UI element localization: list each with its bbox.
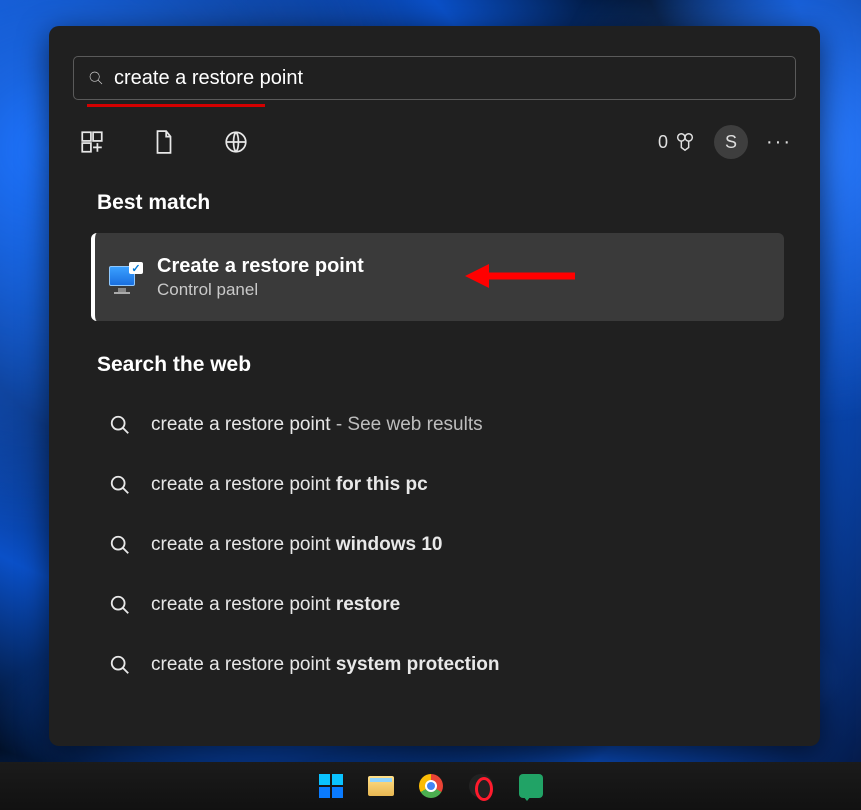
search-input[interactable] — [114, 67, 781, 90]
web-result-bold: windows 10 — [336, 534, 443, 555]
web-result-prefix: create a restore point — [151, 654, 336, 675]
chat-app-button[interactable] — [516, 771, 546, 801]
search-panel: 0 S ··· Best match ✓ Create a restore po… — [49, 26, 820, 746]
best-match-subtitle: Control panel — [157, 280, 364, 300]
start-button[interactable] — [316, 771, 346, 801]
avatar-letter: S — [725, 132, 737, 153]
rewards-count: 0 — [658, 132, 668, 153]
scope-row: 0 S ··· — [49, 107, 820, 159]
web-result-4[interactable]: create a restore point system protection — [49, 635, 820, 695]
search-icon — [109, 474, 131, 496]
web-result-1[interactable]: create a restore point for this pc — [49, 455, 820, 515]
avatar[interactable]: S — [714, 125, 748, 159]
rewards-indicator[interactable]: 0 — [658, 131, 696, 153]
web-result-bold: system protection — [336, 654, 500, 675]
search-icon — [109, 654, 131, 676]
annotation-arrow — [465, 259, 575, 293]
search-icon — [109, 414, 131, 436]
search-icon — [109, 594, 131, 616]
search-icon — [109, 534, 131, 556]
best-match-result[interactable]: ✓ Create a restore point Control panel — [91, 233, 784, 321]
chrome-button[interactable] — [416, 771, 446, 801]
web-result-3[interactable]: create a restore point restore — [49, 575, 820, 635]
web-result-2[interactable]: create a restore point windows 10 — [49, 515, 820, 575]
web-result-bold: restore — [336, 594, 400, 615]
web-result-prefix: create a restore point — [151, 414, 331, 435]
scope-apps-icon[interactable] — [77, 127, 107, 157]
web-result-0[interactable]: create a restore point - See web results — [49, 395, 820, 455]
scope-web-icon[interactable] — [221, 127, 251, 157]
web-results-list: create a restore point - See web results… — [49, 395, 820, 695]
web-result-prefix: create a restore point — [151, 534, 336, 555]
search-icon — [88, 70, 104, 86]
taskbar — [0, 762, 861, 810]
web-result-suffix: - See web results — [331, 414, 483, 435]
best-match-title: Create a restore point — [157, 255, 364, 278]
more-button[interactable]: ··· — [766, 131, 792, 154]
rewards-icon — [674, 131, 696, 153]
scope-documents-icon[interactable] — [149, 127, 179, 157]
search-bar[interactable] — [73, 56, 796, 100]
file-explorer-button[interactable] — [366, 771, 396, 801]
web-result-bold: for this pc — [336, 474, 428, 495]
web-result-prefix: create a restore point — [151, 594, 336, 615]
search-web-heading: Search the web — [97, 353, 820, 377]
best-match-heading: Best match — [97, 191, 820, 215]
web-result-prefix: create a restore point — [151, 474, 336, 495]
opera-button[interactable] — [466, 771, 496, 801]
control-panel-icon: ✓ — [109, 262, 143, 292]
